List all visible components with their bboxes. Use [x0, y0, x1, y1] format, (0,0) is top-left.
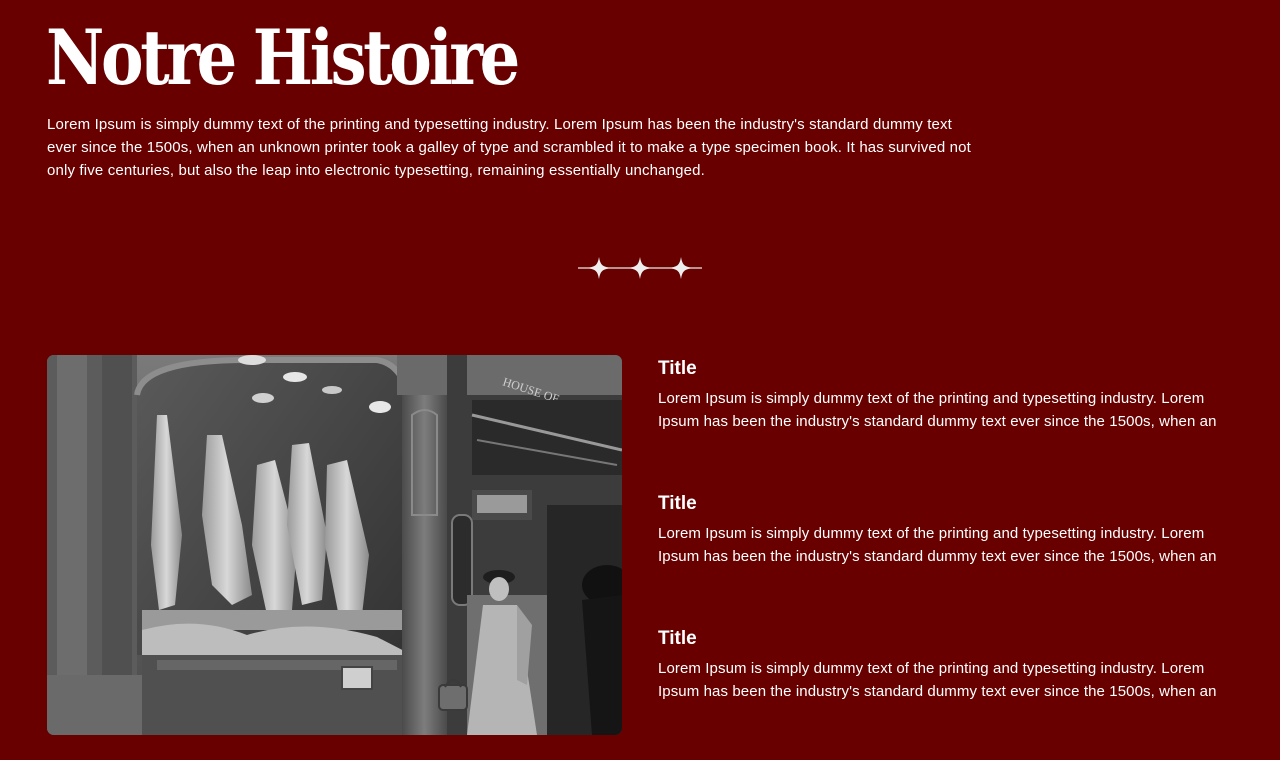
feature-text: Lorem Ipsum is simply dummy text of the … [658, 390, 1217, 430]
feature-item: Title Lorem Ipsum is simply dummy text o… [658, 490, 1248, 625]
feature-title: Title [658, 628, 697, 649]
feature-item: Title Lorem Ipsum is simply dummy text o… [658, 625, 1248, 760]
feature-title: Title [658, 358, 697, 379]
feature-item: Title Lorem Ipsum is simply dummy text o… [658, 355, 1248, 490]
feature-text: Lorem Ipsum is simply dummy text of the … [658, 660, 1217, 700]
intro-paragraph: Lorem Ipsum is simply dummy text of the … [47, 116, 971, 179]
feature-text: Lorem Ipsum is simply dummy text of the … [658, 525, 1217, 565]
sparkle-divider-icon [576, 254, 704, 282]
butcher-shop-photo: HOUSE OF [47, 355, 622, 735]
page-title: Notre Histoire [46, 13, 520, 102]
feature-list: Title Lorem Ipsum is simply dummy text o… [658, 355, 1248, 760]
feature-title: Title [658, 493, 697, 514]
